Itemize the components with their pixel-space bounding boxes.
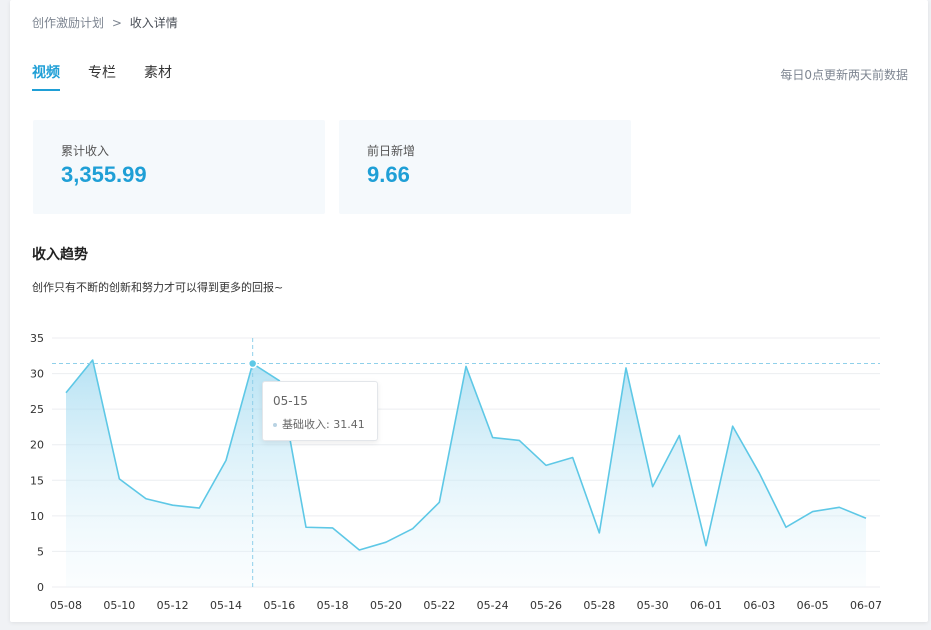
data-point [91, 358, 95, 362]
data-point [437, 500, 441, 504]
data-point [704, 544, 708, 548]
data-point [784, 525, 788, 529]
data-point [357, 548, 361, 552]
tooltip-value: 31.41 [333, 418, 365, 431]
data-point [64, 391, 68, 395]
x-tick-label: 05-14 [210, 599, 242, 612]
y-tick-label: 0 [37, 581, 44, 594]
highlight-point [247, 358, 258, 369]
x-tick-label: 06-05 [797, 599, 829, 612]
tooltip-date: 05-15 [273, 394, 308, 408]
x-tick-label: 05-24 [477, 599, 509, 612]
x-tick-label: 06-01 [690, 599, 722, 612]
data-point [117, 477, 121, 481]
data-point [144, 497, 148, 501]
y-tick-label: 30 [30, 368, 44, 381]
tooltip-row: 基础收入: 31.41 [273, 416, 365, 432]
data-point [811, 510, 815, 514]
series-area [66, 360, 866, 587]
data-point [837, 505, 841, 509]
data-point [224, 458, 228, 462]
data-point [544, 463, 548, 467]
data-point [624, 366, 628, 370]
income-trend-chart[interactable]: 0 5 10 15 20 25 30 35 05-08 05-10 05-12 05-14 05-16 0… [0, 0, 931, 630]
chart-tooltip: 05-15 基础收入: 31.41 [262, 381, 378, 441]
x-tick-label: 05-08 [50, 599, 82, 612]
x-tick-label: 05-20 [370, 599, 402, 612]
x-tick-label: 06-03 [743, 599, 775, 612]
data-point [197, 506, 201, 510]
data-point [651, 485, 655, 489]
data-point [304, 525, 308, 529]
data-point [757, 471, 761, 475]
data-point [731, 424, 735, 428]
x-tick-label: 05-26 [530, 599, 562, 612]
data-point [331, 526, 335, 530]
y-tick-label: 35 [30, 332, 44, 345]
y-tick-label: 10 [30, 510, 44, 523]
tooltip-series-name: 基础收入 [282, 418, 326, 431]
x-tick-label: 05-18 [317, 599, 349, 612]
x-tick-label: 05-16 [263, 599, 295, 612]
data-point [411, 527, 415, 531]
x-tick-label: 05-10 [103, 599, 135, 612]
y-tick-label: 5 [37, 545, 44, 558]
data-point [517, 438, 521, 442]
data-point [171, 503, 175, 507]
data-point [384, 540, 388, 544]
y-tick-label: 25 [30, 403, 44, 416]
data-point [864, 516, 868, 520]
x-tick-label: 06-07 [850, 599, 882, 612]
series-dot-icon [273, 423, 277, 427]
x-tick-label: 05-22 [423, 599, 455, 612]
data-point [677, 433, 681, 437]
x-tick-label: 05-12 [157, 599, 189, 612]
y-tick-label: 15 [30, 474, 44, 487]
x-tick-label: 05-30 [637, 599, 669, 612]
data-point [491, 436, 495, 440]
data-point [571, 456, 575, 460]
y-tick-label: 20 [30, 439, 44, 452]
data-point [464, 364, 468, 368]
data-point [597, 531, 601, 535]
x-tick-label: 05-28 [583, 599, 615, 612]
